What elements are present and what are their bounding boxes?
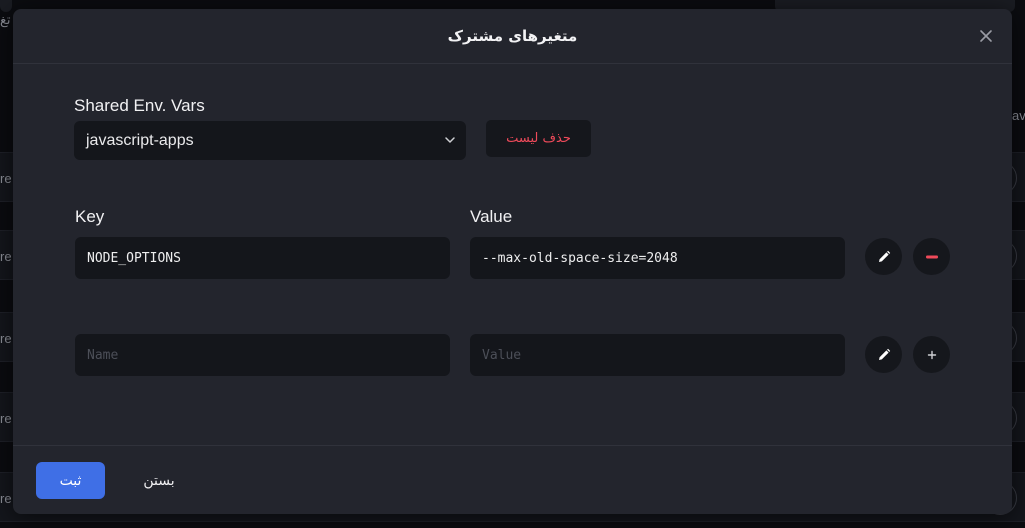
edit-button[interactable] bbox=[865, 238, 902, 275]
bg-row-label: re bbox=[0, 331, 12, 346]
add-row-button[interactable] bbox=[913, 336, 950, 373]
new-value-input[interactable] bbox=[470, 334, 845, 376]
pencil-icon bbox=[878, 250, 890, 262]
new-edit-button[interactable] bbox=[865, 336, 902, 373]
bg-row-label: re bbox=[0, 411, 12, 426]
modal-header: متغیرهای مشترک bbox=[13, 9, 1012, 64]
shared-vars-modal: متغیرهای مشترک Shared Env. Vars javascri… bbox=[13, 9, 1012, 514]
bg-row-label: re bbox=[0, 491, 12, 506]
bg-row-label: re bbox=[0, 249, 12, 264]
modal-body: Shared Env. Vars javascript-apps حذف لیس… bbox=[13, 64, 1012, 445]
bg-row-label: re bbox=[0, 171, 12, 186]
value-input[interactable] bbox=[470, 237, 845, 279]
close-button[interactable] bbox=[976, 26, 996, 46]
bg-top-label: تغ bbox=[0, 12, 11, 27]
key-header: Key bbox=[75, 207, 105, 226]
shared-env-selected: javascript-apps bbox=[86, 131, 194, 149]
delete-list-button[interactable]: حذف لیست bbox=[486, 120, 591, 157]
key-input[interactable] bbox=[75, 237, 450, 279]
minus-icon bbox=[925, 255, 938, 258]
value-header: Value bbox=[470, 207, 513, 226]
modal-title: متغیرهای مشترک bbox=[447, 27, 578, 45]
shared-env-select[interactable]: javascript-apps bbox=[74, 121, 466, 160]
submit-button[interactable]: ثبت bbox=[36, 462, 105, 499]
plus-icon bbox=[927, 350, 936, 359]
bg-tab bbox=[0, 0, 12, 12]
remove-row-button[interactable] bbox=[913, 238, 950, 275]
chevron-down-icon bbox=[445, 137, 455, 143]
shared-env-label: Shared Env. Vars bbox=[74, 96, 205, 115]
bg-side-label: av bbox=[1012, 108, 1025, 123]
close-icon bbox=[980, 30, 992, 42]
new-name-input[interactable] bbox=[75, 334, 450, 376]
modal-footer: ثبت بستن bbox=[13, 445, 1012, 514]
pencil-icon bbox=[878, 348, 890, 360]
cancel-button[interactable]: بستن bbox=[131, 462, 187, 499]
